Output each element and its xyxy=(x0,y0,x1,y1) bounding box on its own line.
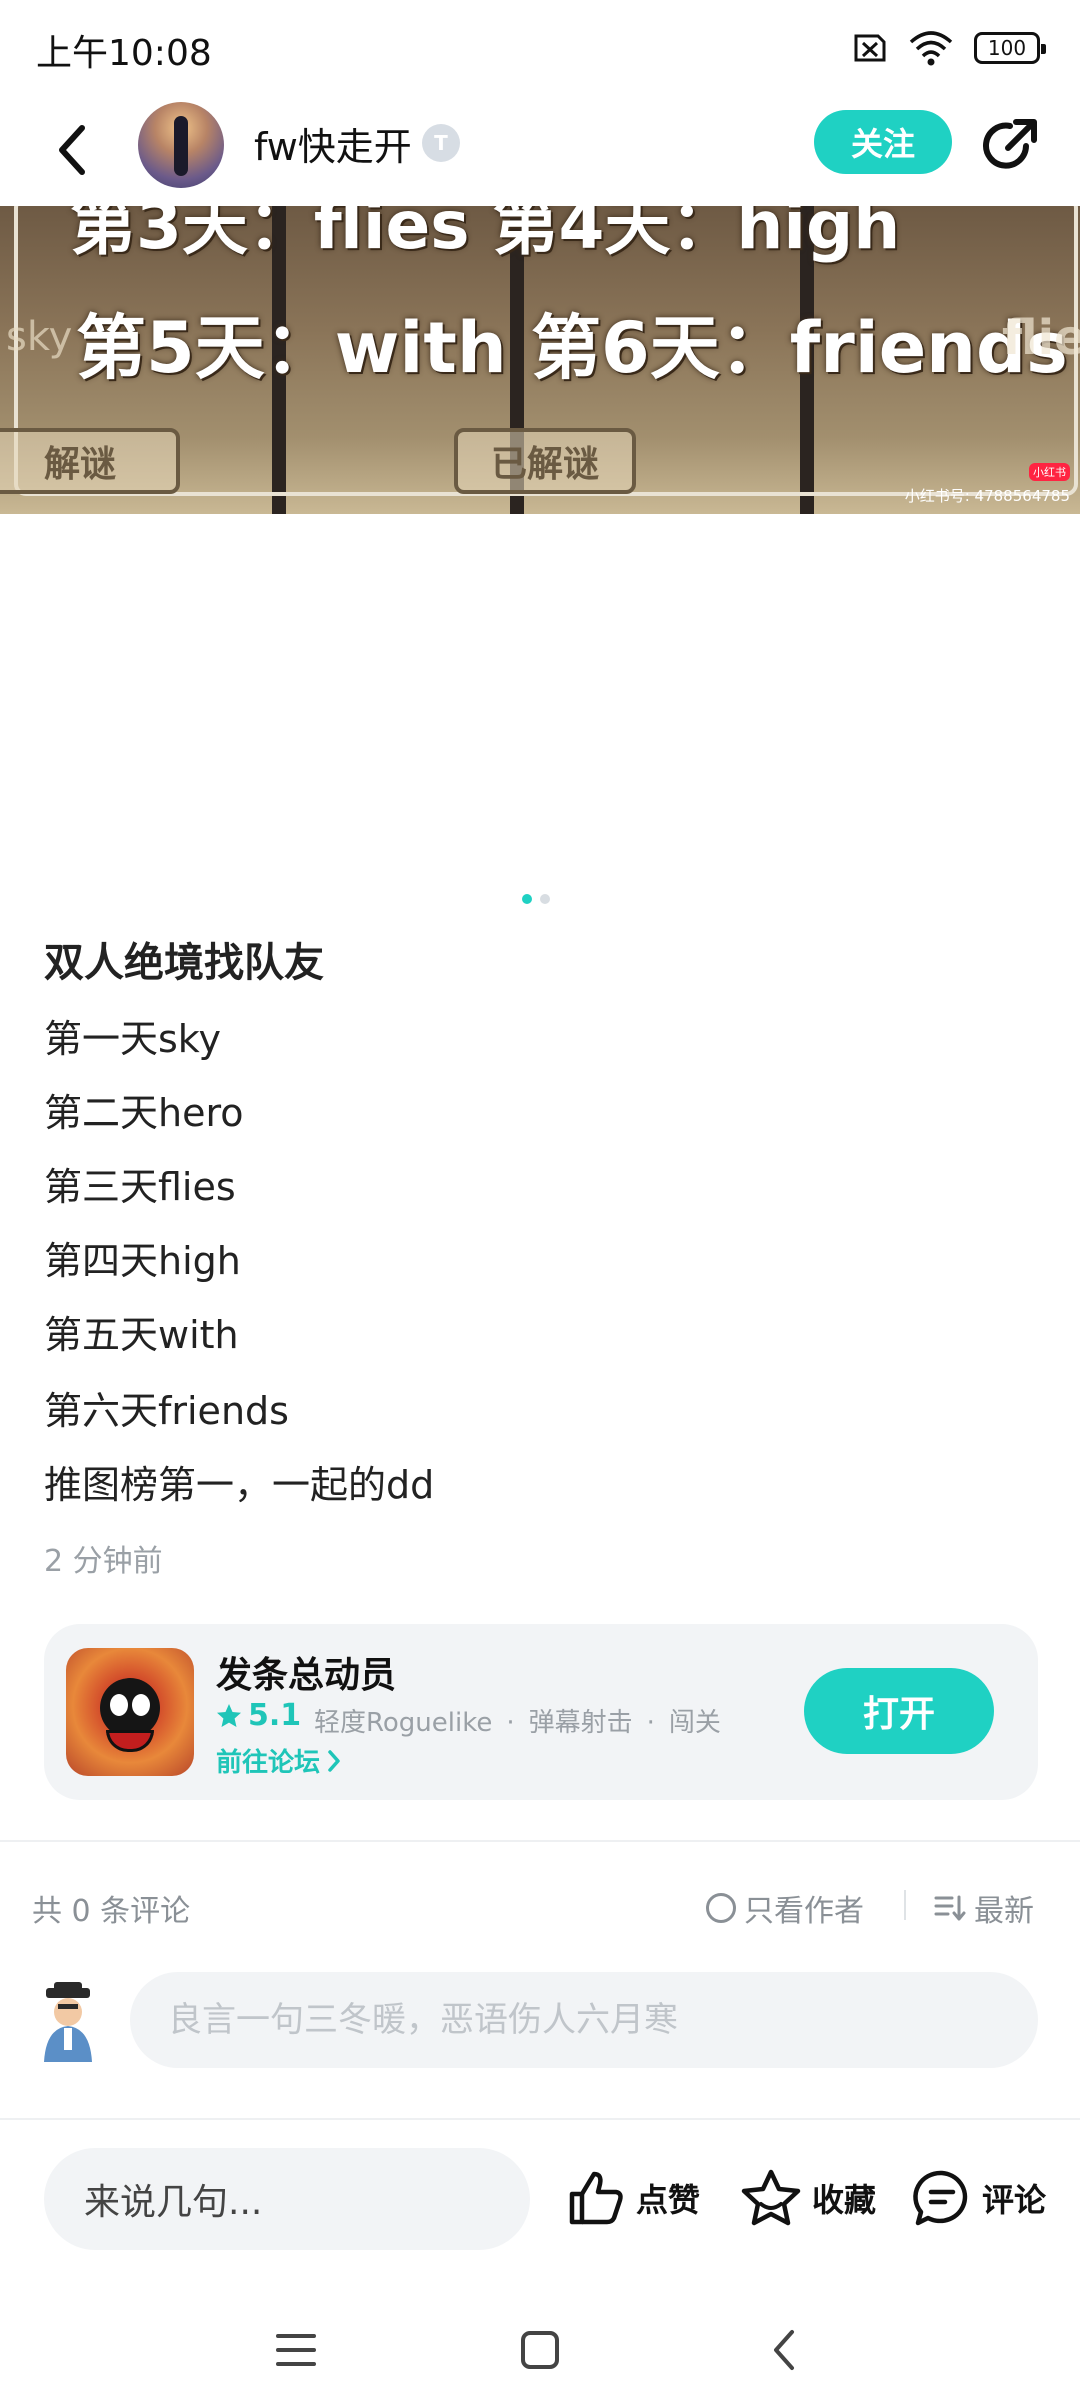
system-nav-bar xyxy=(0,2298,1080,2401)
thumbs-up-icon xyxy=(569,2171,623,2225)
post-line: 第三天flies xyxy=(44,1165,236,1209)
post-line: 第二天hero xyxy=(44,1091,244,1135)
image-pager-dots xyxy=(522,894,550,904)
post-title: 双人绝境找队友 xyxy=(44,940,324,986)
post-line: 第一天sky xyxy=(44,1017,221,1061)
like-label: 点赞 xyxy=(636,2181,701,2219)
quick-comment-input[interactable]: 来说几句... xyxy=(44,2148,530,2250)
game-card[interactable]: 发条总动员 5.1 轻度Roguelike · 弹幕射击 · 闯关 前往论坛 打开 xyxy=(44,1624,1038,1800)
game-icon[interactable] xyxy=(66,1648,194,1776)
recent-apps-button[interactable] xyxy=(264,2318,328,2382)
post-header: fw快走开 T 关注 xyxy=(0,96,1080,208)
follow-button[interactable]: 关注 xyxy=(814,110,952,174)
wifi-icon xyxy=(909,31,953,66)
image-watermark: 小红书 小红书号: 4788564785 xyxy=(905,462,1070,506)
star-outline-icon xyxy=(741,2169,801,2226)
comment-input[interactable] xyxy=(130,1972,1038,2068)
game-rating: 5.1 xyxy=(216,1698,301,1733)
author-name[interactable]: fw快走开 xyxy=(254,116,412,171)
forum-link-label: 前往论坛 xyxy=(216,1748,321,1778)
image-text-top: 第3天：flies 第4天：high xyxy=(70,206,901,264)
game-icon-face xyxy=(100,1678,160,1738)
post-line: 第六天friends xyxy=(44,1389,289,1433)
back-button[interactable] xyxy=(40,118,104,182)
open-game-button[interactable]: 打开 xyxy=(804,1668,994,1754)
header-separator xyxy=(904,1890,906,1920)
comment-bubble-icon xyxy=(913,2170,968,2226)
game-tag: 轻度Roguelike xyxy=(314,1708,493,1738)
system-back-button[interactable] xyxy=(752,2318,816,2382)
game-icon-mouth xyxy=(106,1730,154,1752)
rating-value: 5.1 xyxy=(248,1698,302,1733)
game-tags: 轻度Roguelike · 弹幕射击 · 闯关 xyxy=(314,1702,721,1739)
quick-comment-placeholder: 来说几句... xyxy=(84,2182,263,2223)
comment-label: 评论 xyxy=(982,2181,1047,2219)
post-line: 第五天with xyxy=(44,1313,239,1357)
status-icons: 100 xyxy=(848,30,1046,66)
image-stamp-left: 解谜 xyxy=(0,428,180,494)
menu-icon xyxy=(276,2334,316,2366)
tag-separator: · xyxy=(646,1708,655,1738)
post-image[interactable]: 第3天：flies 第4天：high sky 第5天：with 第6天：frie… xyxy=(0,206,1080,514)
game-name[interactable]: 发条总动员 xyxy=(216,1646,396,1698)
home-button[interactable] xyxy=(508,2318,572,2382)
home-square-icon xyxy=(521,2331,559,2369)
radio-icon xyxy=(706,1893,736,1923)
post-line: 第四天high xyxy=(44,1239,241,1283)
tag-separator: · xyxy=(506,1708,515,1738)
favorite-button[interactable]: 收藏 xyxy=(740,2168,876,2228)
sort-label: 最新 xyxy=(974,1894,1034,1929)
user-avatar[interactable] xyxy=(36,1982,100,2062)
share-icon xyxy=(983,119,1037,169)
author-avatar[interactable] xyxy=(138,102,224,188)
chevron-left-icon xyxy=(59,125,85,175)
star-icon xyxy=(217,1703,241,1727)
author-only-toggle[interactable]: 只看作者 xyxy=(706,1886,864,1930)
battery-icon: 100 xyxy=(974,32,1046,64)
image-stamp-center: 已解谜 xyxy=(454,428,636,494)
like-button[interactable]: 点赞 xyxy=(566,2168,700,2228)
level-badge: T xyxy=(422,124,460,162)
sort-button[interactable]: 最新 xyxy=(934,1886,1034,1930)
share-button[interactable] xyxy=(978,114,1042,178)
battery-level: 100 xyxy=(987,36,1027,60)
sort-icon xyxy=(934,1895,966,1921)
pager-dot-active[interactable] xyxy=(522,894,532,904)
watermark-logo: 小红书 xyxy=(1029,463,1070,481)
comment-count: 共 0 条评论 xyxy=(32,1894,191,1929)
post-line: 推图榜第一，一起的dd xyxy=(44,1463,435,1507)
chevron-left-icon xyxy=(774,2330,794,2370)
post-timestamp: 2 分钟前 xyxy=(44,1544,163,1579)
image-text-side-left: sky xyxy=(6,314,73,360)
section-divider xyxy=(0,1840,1080,1842)
favorite-label: 收藏 xyxy=(812,2181,877,2219)
game-tag: 弹幕射击 xyxy=(528,1708,633,1738)
chevron-right-icon xyxy=(328,1749,340,1772)
image-text-side-right: flie xyxy=(1002,310,1080,366)
pager-dot[interactable] xyxy=(540,894,550,904)
game-tag: 闯关 xyxy=(668,1708,721,1738)
sim-off-icon xyxy=(854,34,886,62)
status-time: 上午10:08 xyxy=(36,33,212,74)
image-text-main: 第5天：with 第6天：friends xyxy=(76,307,1068,389)
forum-link[interactable]: 前往论坛 xyxy=(216,1742,342,1779)
status-bar: 上午10:08 100 xyxy=(0,0,1080,96)
comment-button[interactable]: 评论 xyxy=(912,2168,1046,2228)
watermark-id: 小红书号: 4788564785 xyxy=(904,487,1070,505)
author-only-label: 只看作者 xyxy=(744,1894,864,1929)
section-divider xyxy=(0,2118,1080,2120)
